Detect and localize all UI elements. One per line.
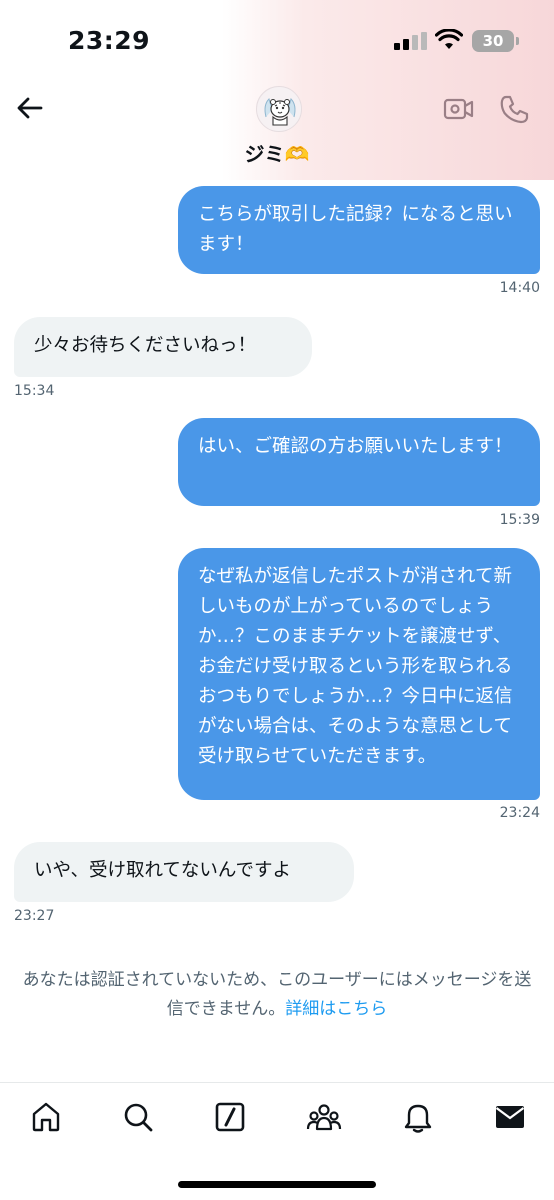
tab-notifications[interactable] [400, 1099, 436, 1135]
tab-search[interactable] [120, 1099, 156, 1135]
message-timestamp: 23:24 [499, 805, 540, 821]
message-timestamp: 23:27 [14, 908, 55, 924]
tab-communities[interactable] [306, 1099, 342, 1135]
message-timestamp: 15:34 [14, 383, 55, 399]
message-timestamp: 15:39 [499, 512, 540, 528]
status-time: 23:29 [68, 26, 151, 55]
status-bar: 23:29 30 [0, 0, 554, 80]
conversation-header: ジミ🫶 [0, 80, 554, 180]
learn-more-link[interactable]: 詳細はこちら [285, 999, 387, 1019]
video-camera-icon [443, 98, 474, 120]
envelope-icon [495, 1106, 525, 1128]
wifi-icon [435, 29, 463, 49]
avatar[interactable] [256, 86, 302, 132]
contact-name[interactable]: ジミ🫶 [0, 138, 554, 167]
message-bubble-sent[interactable]: こちらが取引した記録？になると思います！ [178, 186, 540, 274]
tab-home[interactable] [28, 1099, 64, 1135]
message-bubble-sent[interactable]: なぜ私が返信したポストが消されて新しいものが上がっているのでしょうか…？このまま… [178, 548, 540, 800]
phone-call-button[interactable] [498, 92, 532, 126]
phone-icon [500, 95, 529, 124]
message-bubble-sent[interactable]: はい、ご確認の方お願いいたします！ [178, 418, 540, 506]
message-bubble-received[interactable]: 少々お待ちくださいねっ！ [14, 317, 312, 377]
bell-icon [404, 1104, 432, 1133]
message-timestamp: 14:40 [499, 280, 540, 296]
notice-text: あなたは認証されていないため、このユーザーにはメッセージを送信できません。 [22, 970, 532, 1019]
bottom-tab-bar [0, 1083, 554, 1153]
cellular-signal-icon [394, 32, 428, 50]
tab-grok[interactable] [212, 1099, 248, 1135]
home-indicator [178, 1181, 376, 1188]
video-call-button[interactable] [442, 92, 476, 126]
back-button[interactable] [14, 92, 46, 124]
arrow-left-icon [17, 97, 43, 119]
battery-icon: 30 [472, 30, 514, 52]
slash-square-icon [215, 1102, 245, 1132]
search-icon [124, 1103, 153, 1132]
tiger-mascot-icon [257, 87, 301, 131]
message-bubble-received[interactable]: いや、受け取れてないんですよ [14, 842, 354, 902]
cannot-message-notice: あなたは認証されていないため、このユーザーにはメッセージを送信できません。詳細は… [20, 966, 534, 1024]
tab-messages[interactable] [492, 1099, 528, 1135]
people-icon [306, 1104, 342, 1131]
home-icon [32, 1102, 60, 1132]
battery-tip [516, 37, 519, 45]
